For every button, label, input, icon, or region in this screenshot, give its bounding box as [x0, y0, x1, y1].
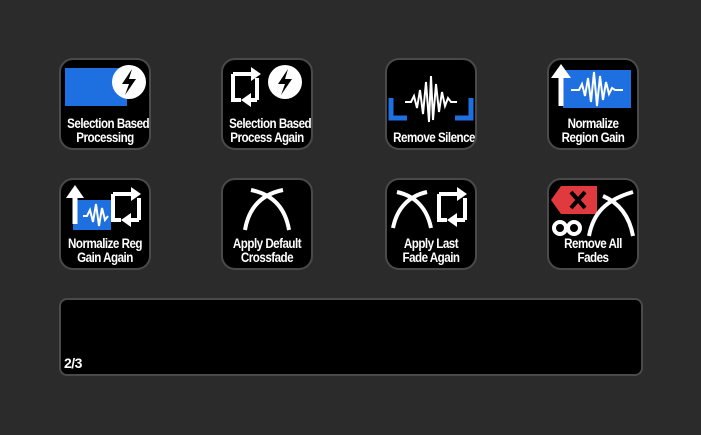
- key-label: Normalize Reg Gain Again: [68, 236, 142, 265]
- touch-strip[interactable]: 2/3: [59, 298, 643, 376]
- normalize-region-gain-button[interactable]: Normalize Region Gain: [547, 58, 639, 150]
- key-label: Selection Based Processing: [67, 116, 150, 145]
- normalize-reg-gain-again-button[interactable]: Normalize Reg Gain Again: [59, 178, 151, 270]
- selection-based-process-again-button[interactable]: Selection Based Process Again: [221, 58, 313, 150]
- remove-silence-button[interactable]: Remove Silence: [385, 58, 477, 150]
- key-label: Selection Based Process Again: [229, 116, 312, 145]
- remove-all-fades-button[interactable]: Remove All Fades: [547, 178, 639, 270]
- page-indicator: 2/3: [64, 355, 82, 371]
- apply-default-crossfade-button[interactable]: Apply Default Crossfade: [221, 178, 313, 270]
- key-label: Apply Last Fade Again: [402, 236, 460, 265]
- selection-based-processing-button[interactable]: Selection Based Processing: [59, 58, 151, 150]
- key-label: Remove All Fades: [564, 236, 622, 265]
- apply-last-fade-again-button[interactable]: Apply Last Fade Again: [385, 178, 477, 270]
- key-label: Remove Silence: [393, 130, 475, 145]
- key-label: Apply Default Crossfade: [232, 236, 302, 265]
- key-grid: Selection Based Processing Selection Base…: [0, 0, 701, 300]
- key-label: Normalize Region Gain: [561, 116, 625, 145]
